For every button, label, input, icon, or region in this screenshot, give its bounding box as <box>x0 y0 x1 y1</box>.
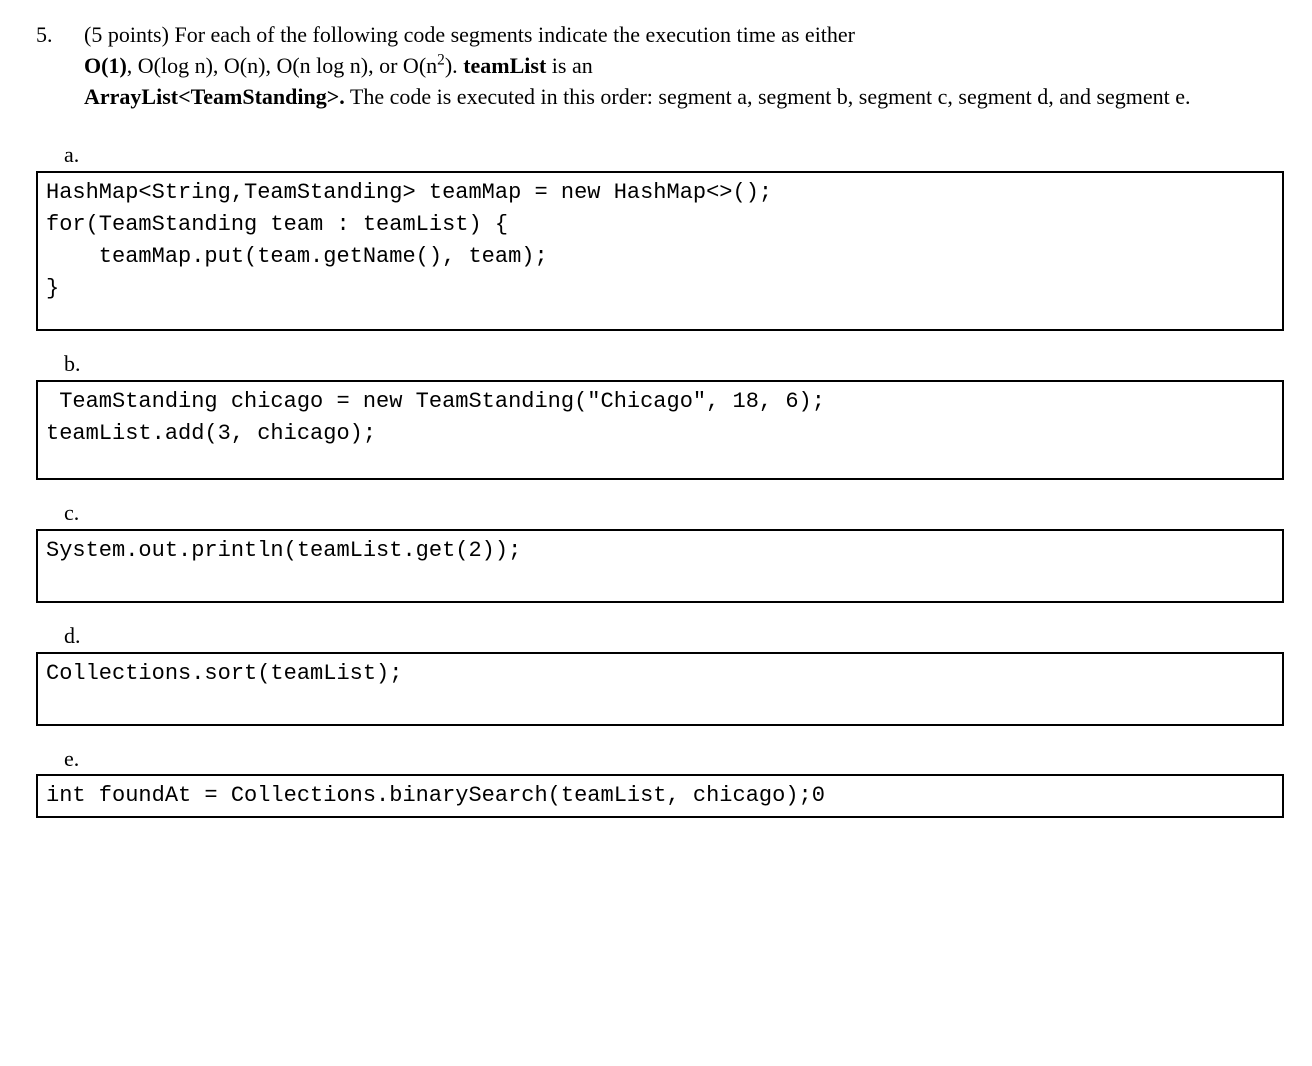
question-text: (5 points) For each of the following cod… <box>84 20 1284 112</box>
segment-e: e. int foundAt = Collections.binarySearc… <box>36 744 1284 819</box>
intro-part2: is an <box>546 53 592 78</box>
teamlist-bold: teamList <box>463 53 546 78</box>
segment-d-code: Collections.sort(teamList); <box>36 652 1284 726</box>
intro-part3: The code is executed in this order: segm… <box>345 84 1191 109</box>
segment-c-code: System.out.println(teamList.get(2)); <box>36 529 1284 603</box>
segment-b: b. TeamStanding chicago = new TeamStandi… <box>36 349 1284 480</box>
segment-c-label: c. <box>64 498 1284 529</box>
segment-d: d. Collections.sort(teamList); <box>36 621 1284 726</box>
segment-b-label: b. <box>64 349 1284 380</box>
segment-a-code: HashMap<String,TeamStanding> teamMap = n… <box>36 171 1284 331</box>
question-header: 5. (5 points) For each of the following … <box>36 20 1284 112</box>
options-close: ). <box>445 53 463 78</box>
segment-b-code: TeamStanding chicago = new TeamStanding(… <box>36 380 1284 480</box>
segment-e-label: e. <box>64 744 1284 775</box>
option-o1: O(1) <box>84 53 127 78</box>
options-rest: O(log n), O(n), O(n log n), or O(n <box>138 53 437 78</box>
points-label: (5 points) <box>84 22 174 47</box>
segment-c: c. System.out.println(teamList.get(2)); <box>36 498 1284 603</box>
segment-d-label: d. <box>64 621 1284 652</box>
arraylist-bold: ArrayList<TeamStanding>. <box>84 84 345 109</box>
segment-a-label: a. <box>64 140 1284 171</box>
question-number: 5. <box>36 20 84 51</box>
segment-e-code: int foundAt = Collections.binarySearch(t… <box>36 774 1284 818</box>
intro-part1: For each of the following code segments … <box>174 22 855 47</box>
segment-a: a. HashMap<String,TeamStanding> teamMap … <box>36 140 1284 331</box>
options-sep1: , <box>127 53 138 78</box>
superscript-2: 2 <box>437 51 445 68</box>
